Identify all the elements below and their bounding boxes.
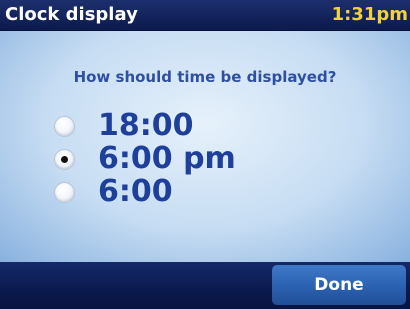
status-clock: 1:31pm xyxy=(331,4,408,25)
option-label: 18:00 xyxy=(98,108,194,143)
done-button[interactable]: Done xyxy=(272,265,406,305)
option-6-00-pm[interactable]: 6:00 pm xyxy=(54,142,314,176)
radio-button-unselected[interactable] xyxy=(54,115,75,137)
option-label: 6:00 pm xyxy=(98,141,236,176)
option-18-00[interactable]: 18:00 xyxy=(54,109,314,143)
radio-button-unselected[interactable] xyxy=(54,181,75,203)
title-bar: Clock display 1:31pm xyxy=(0,0,410,31)
screen-title: Clock display xyxy=(5,4,138,25)
option-6-00[interactable]: 6:00 xyxy=(54,175,314,209)
radio-button-selected[interactable] xyxy=(54,148,75,170)
clock-display-screen: Clock display 1:31pm How should time be … xyxy=(0,0,410,309)
question-prompt: How should time be displayed? xyxy=(73,68,337,86)
radio-dot-icon xyxy=(61,155,68,163)
option-label: 6:00 xyxy=(98,174,173,209)
